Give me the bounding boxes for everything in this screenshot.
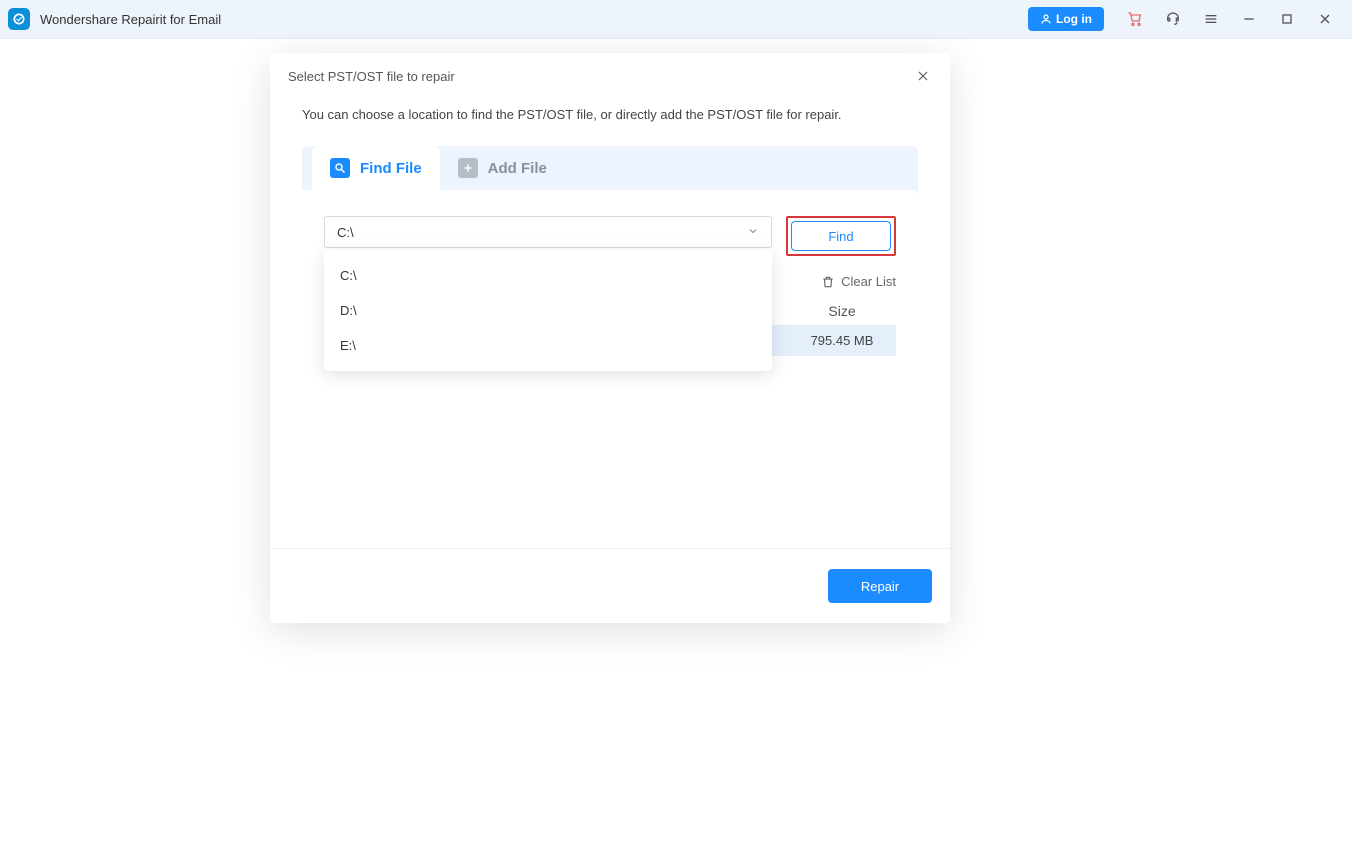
support-icon[interactable] (1154, 0, 1192, 39)
app-title: Wondershare Repairit for Email (40, 12, 1028, 27)
cart-icon[interactable] (1116, 0, 1154, 39)
minimize-icon[interactable] (1230, 0, 1268, 39)
drive-selected-value: C:\ (337, 225, 354, 240)
panel-inner: C:\ C:\ D:\ E:\ Find (302, 190, 918, 510)
dialog-header: Select PST/OST file to repair (270, 53, 950, 99)
dialog-body: You can choose a location to find the PS… (270, 99, 950, 540)
tab-find-file[interactable]: Find File (312, 146, 440, 190)
drive-select-wrap: C:\ C:\ D:\ E:\ (324, 216, 772, 248)
dialog-title: Select PST/OST file to repair (288, 69, 455, 84)
drive-dropdown: C:\ D:\ E:\ (324, 250, 772, 371)
login-button[interactable]: Log in (1028, 7, 1104, 31)
maximize-icon[interactable] (1268, 0, 1306, 39)
dialog-footer: Repair (270, 548, 950, 623)
app-logo-icon (8, 8, 30, 30)
drive-option-d[interactable]: D:\ (324, 293, 772, 328)
drive-option-c[interactable]: C:\ (324, 258, 772, 293)
size-cell: 795.45 MB (788, 325, 896, 356)
search-icon (330, 158, 350, 178)
menu-icon[interactable] (1192, 0, 1230, 39)
tab-add-label: Add File (488, 160, 547, 177)
clear-list-label: Clear List (841, 274, 896, 289)
drive-option-e[interactable]: E:\ (324, 328, 772, 363)
tab-add-file[interactable]: Add File (440, 146, 565, 190)
tab-bar: Find File Add File (302, 146, 918, 190)
find-button[interactable]: Find (791, 221, 891, 251)
clear-list-button[interactable]: Clear List (821, 274, 896, 289)
plus-icon (458, 158, 478, 178)
size-column-header: Size (788, 297, 896, 325)
title-bar: Wondershare Repairit for Email Log in (0, 0, 1352, 39)
tab-find-label: Find File (360, 160, 422, 177)
close-dialog-button[interactable] (914, 67, 932, 85)
drive-select[interactable]: C:\ (324, 216, 772, 248)
select-file-dialog: Select PST/OST file to repair You can ch… (270, 53, 950, 623)
close-window-icon[interactable] (1306, 0, 1344, 39)
repair-button[interactable]: Repair (828, 569, 932, 603)
dialog-intro-text: You can choose a location to find the PS… (302, 107, 918, 122)
trash-icon (821, 275, 835, 289)
file-panel: Find File Add File C:\ (302, 146, 918, 510)
chevron-down-icon (747, 225, 759, 240)
login-label: Log in (1056, 12, 1092, 26)
find-button-highlight: Find (786, 216, 896, 256)
drive-row: C:\ C:\ D:\ E:\ Find (324, 216, 896, 256)
